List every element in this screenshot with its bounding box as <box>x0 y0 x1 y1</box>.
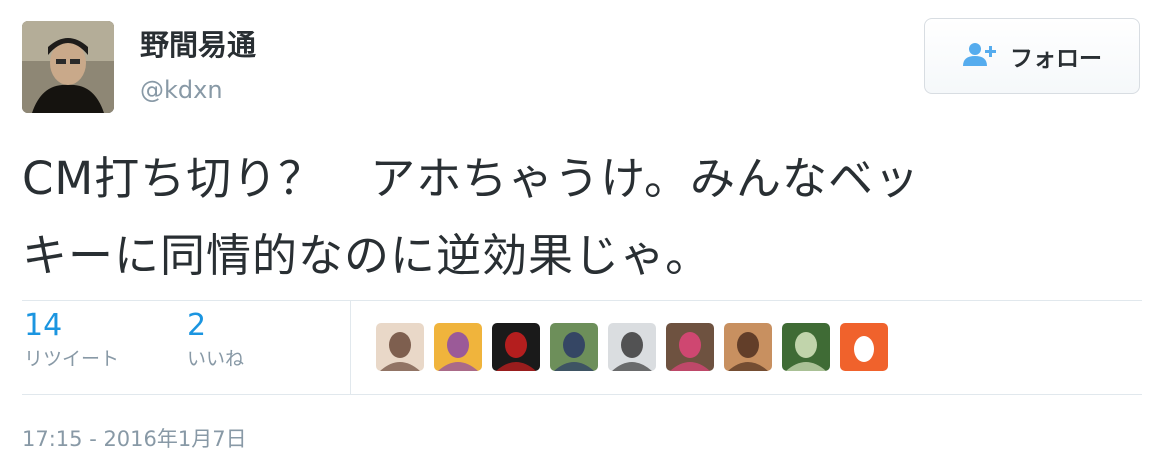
retweet-count[interactable]: 14 <box>24 308 119 344</box>
like-stat[interactable]: 2 いいね <box>187 308 244 371</box>
author-name[interactable]: 野間易通 <box>140 28 256 63</box>
tweet-text-line: キーに同情的なのに逆効果じゃ。 <box>22 229 712 282</box>
follow-button-label: フォロー <box>1010 46 1102 72</box>
liker-avatar-1[interactable] <box>376 323 424 371</box>
author-handle[interactable]: @kdxn <box>140 76 223 105</box>
divider <box>22 300 1142 301</box>
divider <box>350 301 351 394</box>
liker-avatar-8[interactable] <box>782 323 830 371</box>
author-avatar[interactable] <box>22 21 114 113</box>
liker-avatar-4[interactable] <box>550 323 598 371</box>
retweet-label: リツイート <box>24 348 120 370</box>
retweet-stat[interactable]: 14 リツイート <box>24 308 119 371</box>
follow-button[interactable]: フォロー <box>924 18 1140 94</box>
tweet-text-line: CM打ち切り？ アホちゃうけ。みんなベッ <box>22 152 920 205</box>
liker-avatar-7[interactable] <box>724 323 772 371</box>
like-label: いいね <box>187 348 245 370</box>
liker-avatar-2[interactable] <box>434 323 482 371</box>
liker-avatars <box>376 323 888 371</box>
tweet-text: CM打ち切り？ アホちゃうけ。みんなベッ キーに同情的なのに逆効果じゃ。 <box>22 140 1142 294</box>
like-count[interactable]: 2 <box>187 308 244 344</box>
add-user-icon <box>962 41 998 71</box>
divider <box>22 394 1142 395</box>
tweet-timestamp[interactable]: 17:15 - 2016年1月7日 <box>22 423 247 453</box>
liker-avatar-5[interactable] <box>608 323 656 371</box>
liker-avatar-3[interactable] <box>492 323 540 371</box>
liker-avatar-6[interactable] <box>666 323 714 371</box>
liker-avatar-9[interactable] <box>840 323 888 371</box>
